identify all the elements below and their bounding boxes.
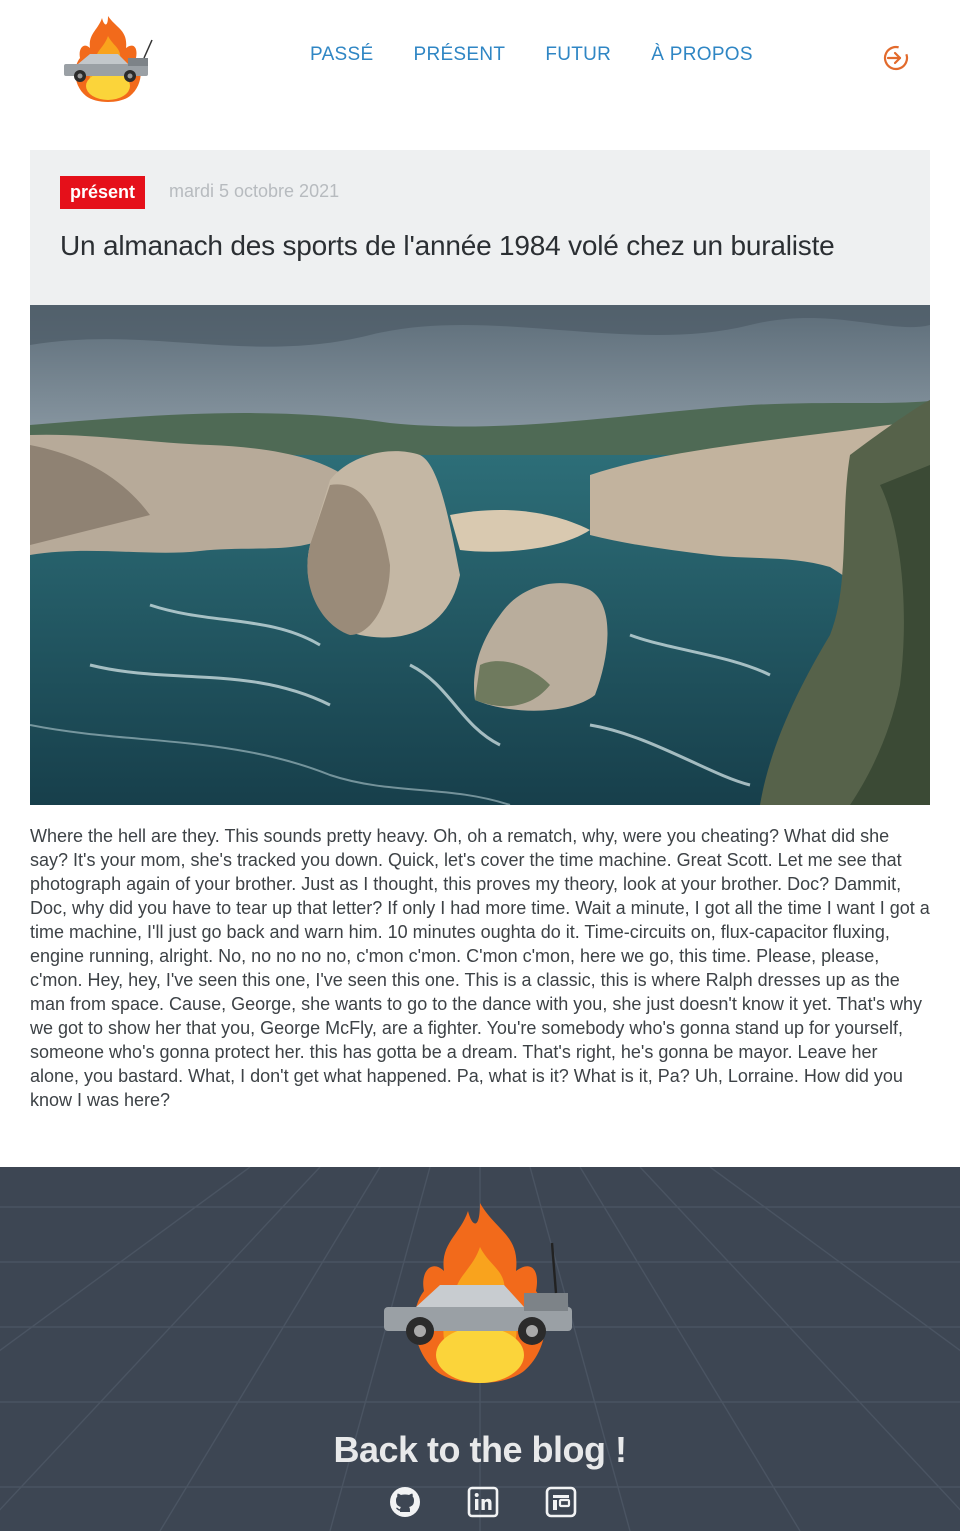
category-badge[interactable]: présent — [60, 176, 146, 209]
portfolio-icon — [545, 1486, 577, 1518]
github-icon — [390, 1487, 420, 1517]
site-header: PASSÉ PRÉSENT FUTUR À PROPOS — [0, 0, 960, 115]
article-date: mardi 5 octobre 2021 — [169, 181, 340, 201]
login-arrow-icon[interactable] — [882, 44, 910, 72]
nav-item-futur[interactable]: FUTUR — [545, 44, 611, 66]
nav-item-present[interactable]: PRÉSENT — [413, 44, 505, 66]
social-links — [388, 1485, 578, 1521]
article-title: Un almanach des sports de l'année 1984 v… — [60, 230, 835, 261]
nav-item-a-propos[interactable]: À PROPOS — [651, 44, 753, 66]
article-header: présent mardi 5 octobre 2021 Un almanach… — [30, 150, 930, 305]
site-footer: Back to the blog ! — [0, 1167, 960, 1531]
article-image — [30, 305, 930, 805]
article-body: Where the hell are they. This sounds pre… — [30, 826, 930, 1110]
footer-logo[interactable] — [380, 1195, 580, 1395]
main-nav: PASSÉ PRÉSENT FUTUR À PROPOS — [290, 40, 773, 70]
site-logo[interactable] — [58, 8, 158, 108]
nav-item-passe[interactable]: PASSÉ — [310, 44, 373, 66]
back-to-blog-link[interactable]: Back to the blog ! — [0, 1429, 960, 1471]
portfolio-link[interactable] — [544, 1485, 578, 1519]
linkedin-icon — [467, 1486, 499, 1518]
linkedin-link[interactable] — [466, 1485, 500, 1519]
github-link[interactable] — [388, 1485, 422, 1519]
